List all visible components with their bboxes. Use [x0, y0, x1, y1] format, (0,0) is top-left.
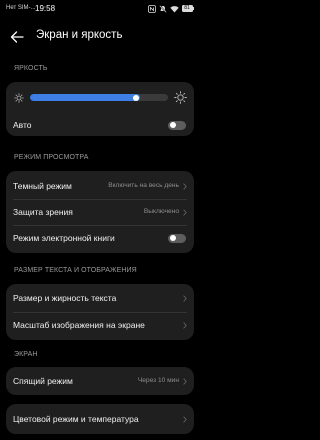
sleep-label: Спящий режим — [13, 376, 73, 386]
auto-brightness-label: Авто — [13, 120, 32, 130]
eye-comfort-value: Выключено — [143, 208, 179, 215]
brightness-slider-row — [6, 85, 194, 110]
display-scale-label: Масштаб изображения на экране — [13, 320, 145, 330]
view-mode-section-title: РЕЖИМ ПРОСМОТРА — [14, 154, 89, 161]
sleep-row[interactable]: Спящий режим Через 10 мин — [6, 369, 194, 393]
color-mode-label: Цветовой режим и температура — [13, 414, 139, 424]
screen-section-title: ЭКРАН — [14, 351, 38, 358]
text-display-card: Размер и жирность текста Масштаб изображ… — [6, 284, 194, 340]
carrier-label: Нет SIM-... — [6, 5, 36, 11]
battery-level: 81 — [181, 5, 193, 12]
chevron-right-icon — [183, 415, 187, 423]
sleep-card: Спящий режим Через 10 мин — [6, 367, 194, 395]
ebook-mode-row[interactable]: Режим электронной книги — [6, 226, 194, 250]
app-bar: Экран и яркость — [0, 26, 200, 48]
ebook-mode-toggle[interactable] — [168, 233, 186, 243]
chevron-right-icon — [183, 182, 187, 190]
ebook-mode-label: Режим электронной книги — [13, 233, 115, 243]
chevron-right-icon — [183, 294, 187, 302]
nfc-icon — [147, 4, 156, 13]
dark-mode-label: Темный режим — [13, 181, 72, 191]
brightness-section-title: ЯРКОСТЬ — [14, 65, 48, 72]
brightness-slider-thumb[interactable] — [133, 94, 140, 101]
brightness-low-icon — [14, 92, 24, 103]
text-display-section-title: РАЗМЕР ТЕКСТА И ОТОБРАЖЕНИЯ — [14, 267, 137, 274]
mute-icon — [158, 4, 167, 13]
view-mode-card: Темный режим Включить на весь день Защит… — [6, 171, 194, 253]
battery-icon: 81 — [181, 5, 194, 12]
brightness-slider[interactable] — [30, 94, 168, 101]
page-title: Экран и яркость — [36, 29, 123, 41]
sleep-value: Через 10 мин — [137, 377, 179, 384]
chevron-right-icon — [183, 321, 187, 329]
brightness-slider-fill — [30, 94, 141, 101]
divider — [13, 311, 187, 313]
auto-brightness-row[interactable]: Авто — [6, 113, 194, 137]
brightness-high-icon — [174, 91, 187, 104]
color-mode-card: Цветовой режим и температура — [6, 404, 194, 434]
toggle-knob — [169, 122, 176, 128]
wifi-icon — [169, 5, 179, 12]
dark-mode-row[interactable]: Темный режим Включить на весь день — [6, 174, 194, 198]
display-settings-screen: Нет SIM-... 19:58 81 Экран и яркость ЯРК… — [0, 0, 200, 440]
dark-mode-value: Включить на весь день — [108, 182, 179, 189]
chevron-right-icon — [183, 377, 187, 385]
color-mode-row[interactable]: Цветовой режим и температура — [6, 407, 194, 431]
text-size-label: Размер и жирность текста — [13, 293, 117, 303]
eye-comfort-row[interactable]: Защита зрения Выключено — [6, 200, 194, 224]
brightness-card: Авто — [6, 82, 194, 136]
status-bar: Нет SIM-... 19:58 81 — [0, 0, 200, 18]
clock: 19:58 — [35, 3, 56, 13]
eye-comfort-label: Защита зрения — [13, 207, 73, 217]
toggle-knob — [169, 235, 176, 241]
status-icons: 81 — [147, 4, 194, 13]
text-size-row[interactable]: Размер и жирность текста — [6, 286, 194, 310]
back-arrow-icon[interactable] — [9, 29, 25, 45]
display-scale-row[interactable]: Масштаб изображения на экране — [6, 313, 194, 337]
auto-brightness-toggle[interactable] — [168, 120, 186, 130]
chevron-right-icon — [183, 208, 187, 216]
